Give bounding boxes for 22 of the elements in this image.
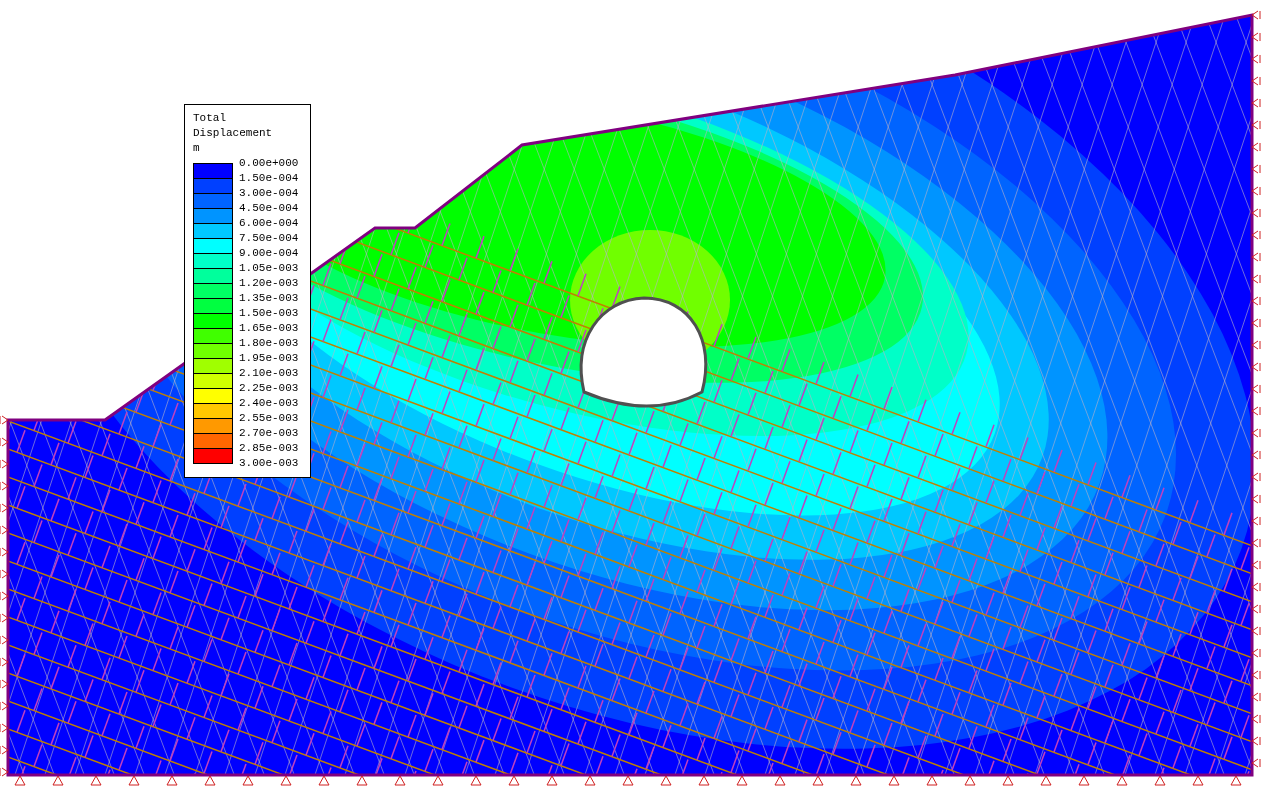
- legend-value: 9.00e-004: [239, 246, 299, 261]
- legend-value: 2.10e-003: [239, 366, 299, 381]
- legend-value: 0.00e+000: [239, 156, 299, 171]
- legend-unit: m: [193, 141, 201, 156]
- legend-value: 1.35e-003: [239, 291, 299, 306]
- legend-value: 1.20e-003: [239, 276, 299, 291]
- legend-value: 6.00e-004: [239, 216, 299, 231]
- legend-value: 1.95e-003: [239, 351, 299, 366]
- legend-value: 3.00e-004: [239, 186, 299, 201]
- legend-value: 4.50e-004: [239, 201, 299, 216]
- legend-value: 1.05e-003: [239, 261, 299, 276]
- legend-value: 2.70e-003: [239, 426, 299, 441]
- legend-value: 1.50e-003: [239, 306, 299, 321]
- legend-value: 1.50e-004: [239, 171, 299, 186]
- legend-value: 3.00e-003: [239, 456, 299, 471]
- legend-value: 1.80e-003: [239, 336, 299, 351]
- legend-value: 2.85e-003: [239, 441, 299, 456]
- legend-value: 2.40e-003: [239, 396, 299, 411]
- legend-value: 7.50e-004: [239, 231, 299, 246]
- legend-value: 1.65e-003: [239, 321, 299, 336]
- legend-value: 2.55e-003: [239, 411, 299, 426]
- legend-value: 2.25e-003: [239, 381, 299, 396]
